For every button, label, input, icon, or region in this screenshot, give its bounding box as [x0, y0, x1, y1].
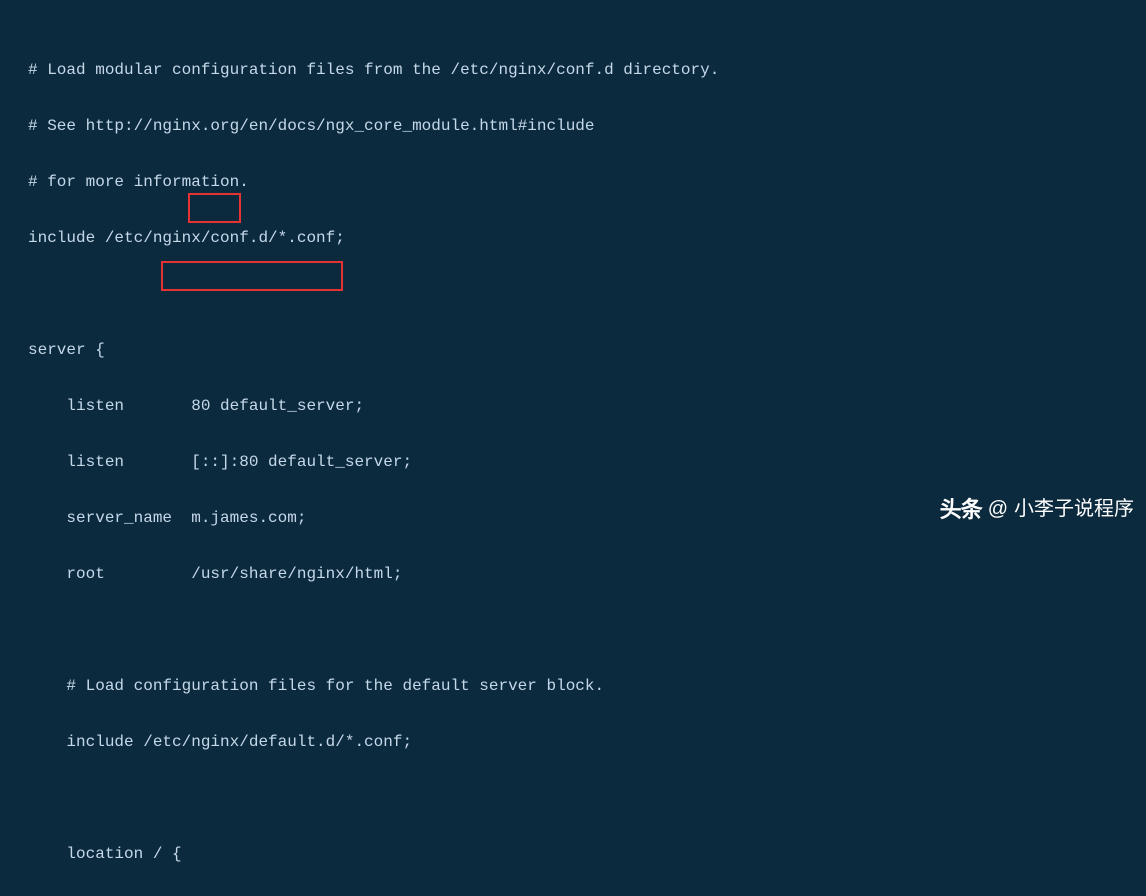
- watermark: 头条 @ 小李子说程序: [940, 491, 1134, 530]
- code-line: [28, 784, 1118, 812]
- code-line: # Load configuration files for the defau…: [28, 672, 1118, 700]
- code-line: root /usr/share/nginx/html;: [28, 560, 1118, 588]
- code-line: # Load modular configuration files from …: [28, 56, 1118, 84]
- code-line: location / {: [28, 840, 1118, 868]
- code-line: # for more information.: [28, 168, 1118, 196]
- code-line: [28, 280, 1118, 308]
- code-line: # See http://nginx.org/en/docs/ngx_core_…: [28, 112, 1118, 140]
- code-line: server {: [28, 336, 1118, 364]
- code-line: include /etc/nginx/default.d/*.conf;: [28, 728, 1118, 756]
- watermark-at: @: [988, 492, 1008, 527]
- watermark-author: 小李子说程序: [1014, 492, 1134, 527]
- code-line: listen [::]:80 default_server;: [28, 448, 1118, 476]
- nginx-config-code: # Load modular configuration files from …: [28, 28, 1118, 896]
- code-line: include /etc/nginx/conf.d/*.conf;: [28, 224, 1118, 252]
- watermark-logo: 头条: [940, 491, 982, 530]
- code-line: [28, 616, 1118, 644]
- code-line: listen 80 default_server;: [28, 392, 1118, 420]
